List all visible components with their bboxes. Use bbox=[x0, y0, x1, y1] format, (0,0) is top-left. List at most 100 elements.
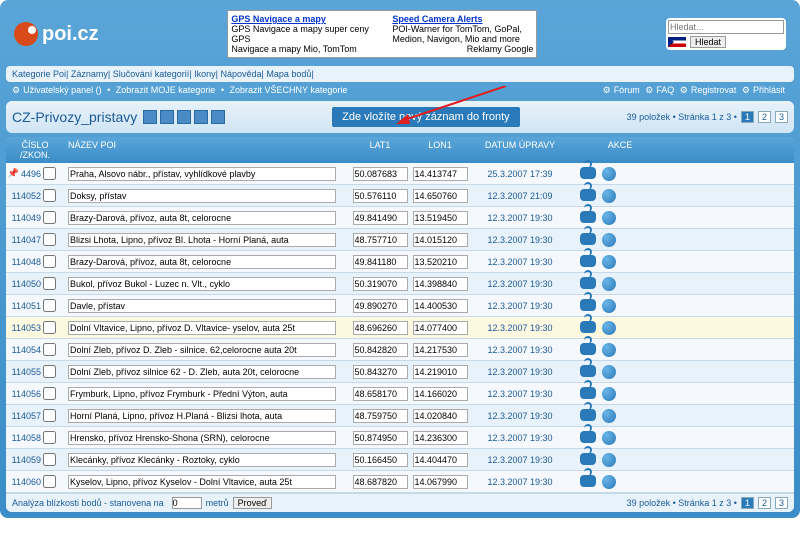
lat-input[interactable] bbox=[353, 365, 408, 379]
row-checkbox[interactable] bbox=[43, 211, 56, 224]
page-2-b[interactable]: 2 bbox=[758, 497, 771, 509]
name-input[interactable] bbox=[68, 167, 336, 181]
faq-link[interactable]: FAQ bbox=[656, 85, 674, 95]
my-categories-link[interactable]: Zobrazit MOJE kategorie bbox=[116, 85, 216, 95]
nav-zaznamy[interactable]: Záznamy bbox=[71, 69, 108, 79]
name-input[interactable] bbox=[68, 189, 336, 203]
ad-banner[interactable]: GPS Navigace a mapy GPS Navigace a mapy … bbox=[227, 10, 537, 58]
all-categories-link[interactable]: Zobrazit VŠECHNY kategorie bbox=[229, 85, 347, 95]
col-lat[interactable]: LAT1 bbox=[350, 140, 410, 160]
row-checkbox[interactable] bbox=[43, 343, 56, 356]
lat-input[interactable] bbox=[353, 453, 408, 467]
name-input[interactable] bbox=[68, 409, 336, 423]
nav-mapa[interactable]: Mapa bodů bbox=[266, 69, 311, 79]
proximity-button[interactable]: Proveď bbox=[233, 497, 272, 509]
page-1[interactable]: 1 bbox=[741, 111, 754, 123]
phone-icon[interactable] bbox=[580, 453, 596, 465]
globe-icon[interactable] bbox=[602, 167, 616, 181]
name-input[interactable] bbox=[68, 431, 336, 445]
tool-icon-5[interactable] bbox=[211, 110, 225, 124]
globe-icon[interactable] bbox=[602, 321, 616, 335]
row-checkbox[interactable] bbox=[43, 189, 56, 202]
row-checkbox[interactable] bbox=[43, 387, 56, 400]
tool-icon-4[interactable] bbox=[194, 110, 208, 124]
lat-input[interactable] bbox=[353, 211, 408, 225]
lon-input[interactable] bbox=[413, 189, 468, 203]
search-button[interactable]: Hledat bbox=[690, 36, 726, 48]
name-input[interactable] bbox=[68, 453, 336, 467]
tool-icon-3[interactable] bbox=[177, 110, 191, 124]
lat-input[interactable] bbox=[353, 343, 408, 357]
row-checkbox[interactable] bbox=[43, 475, 56, 488]
phone-icon[interactable] bbox=[580, 321, 596, 333]
col-date[interactable]: DATUM ÚPRAVY bbox=[470, 140, 570, 160]
nav-ikony[interactable]: Ikony bbox=[194, 69, 216, 79]
name-input[interactable] bbox=[68, 343, 336, 357]
user-panel-link[interactable]: Uživatelský panel () bbox=[23, 85, 102, 95]
site-logo[interactable]: poi.cz bbox=[14, 22, 99, 46]
lat-input[interactable] bbox=[353, 189, 408, 203]
forum-link[interactable]: Fórum bbox=[614, 85, 640, 95]
row-checkbox[interactable] bbox=[43, 167, 56, 180]
lon-input[interactable] bbox=[413, 431, 468, 445]
name-input[interactable] bbox=[68, 321, 336, 335]
login-link[interactable]: Přihlásit bbox=[753, 85, 785, 95]
row-checkbox[interactable] bbox=[43, 431, 56, 444]
flag-icon[interactable] bbox=[668, 37, 686, 47]
phone-icon[interactable] bbox=[580, 387, 596, 399]
lat-input[interactable] bbox=[353, 299, 408, 313]
globe-icon[interactable] bbox=[602, 277, 616, 291]
name-input[interactable] bbox=[68, 277, 336, 291]
lat-input[interactable] bbox=[353, 277, 408, 291]
row-checkbox[interactable] bbox=[43, 453, 56, 466]
lon-input[interactable] bbox=[413, 167, 468, 181]
page-1-b[interactable]: 1 bbox=[741, 497, 754, 509]
row-checkbox[interactable] bbox=[43, 299, 56, 312]
globe-icon[interactable] bbox=[602, 299, 616, 313]
lon-input[interactable] bbox=[413, 453, 468, 467]
name-input[interactable] bbox=[68, 475, 336, 489]
lat-input[interactable] bbox=[353, 255, 408, 269]
tool-icon-2[interactable] bbox=[160, 110, 174, 124]
row-checkbox[interactable] bbox=[43, 255, 56, 268]
nav-slucovani[interactable]: Slučování kategorií bbox=[113, 69, 190, 79]
lon-input[interactable] bbox=[413, 277, 468, 291]
lat-input[interactable] bbox=[353, 387, 408, 401]
phone-icon[interactable] bbox=[580, 277, 596, 289]
globe-icon[interactable] bbox=[602, 475, 616, 489]
phone-icon[interactable] bbox=[580, 431, 596, 443]
row-checkbox[interactable] bbox=[43, 365, 56, 378]
phone-icon[interactable] bbox=[580, 299, 596, 311]
page-2[interactable]: 2 bbox=[758, 111, 771, 123]
lat-input[interactable] bbox=[353, 233, 408, 247]
insert-banner[interactable]: Zde vložíte nový záznam do fronty bbox=[332, 107, 520, 127]
row-checkbox[interactable] bbox=[43, 321, 56, 334]
nav-kategorie[interactable]: Kategorie Poi bbox=[12, 69, 66, 79]
phone-icon[interactable] bbox=[580, 211, 596, 223]
lat-input[interactable] bbox=[353, 431, 408, 445]
lon-input[interactable] bbox=[413, 321, 468, 335]
lon-input[interactable] bbox=[413, 365, 468, 379]
globe-icon[interactable] bbox=[602, 431, 616, 445]
globe-icon[interactable] bbox=[602, 255, 616, 269]
globe-icon[interactable] bbox=[602, 343, 616, 357]
row-checkbox[interactable] bbox=[43, 233, 56, 246]
lat-input[interactable] bbox=[353, 321, 408, 335]
search-input[interactable] bbox=[668, 20, 784, 34]
globe-icon[interactable] bbox=[602, 409, 616, 423]
row-checkbox[interactable] bbox=[43, 409, 56, 422]
phone-icon[interactable] bbox=[580, 409, 596, 421]
phone-icon[interactable] bbox=[580, 475, 596, 487]
lon-input[interactable] bbox=[413, 299, 468, 313]
row-checkbox[interactable] bbox=[43, 277, 56, 290]
lon-input[interactable] bbox=[413, 211, 468, 225]
globe-icon[interactable] bbox=[602, 453, 616, 467]
globe-icon[interactable] bbox=[602, 211, 616, 225]
name-input[interactable] bbox=[68, 365, 336, 379]
lon-input[interactable] bbox=[413, 387, 468, 401]
globe-icon[interactable] bbox=[602, 189, 616, 203]
globe-icon[interactable] bbox=[602, 387, 616, 401]
phone-icon[interactable] bbox=[580, 167, 596, 179]
lat-input[interactable] bbox=[353, 409, 408, 423]
col-lon[interactable]: LON1 bbox=[410, 140, 470, 160]
